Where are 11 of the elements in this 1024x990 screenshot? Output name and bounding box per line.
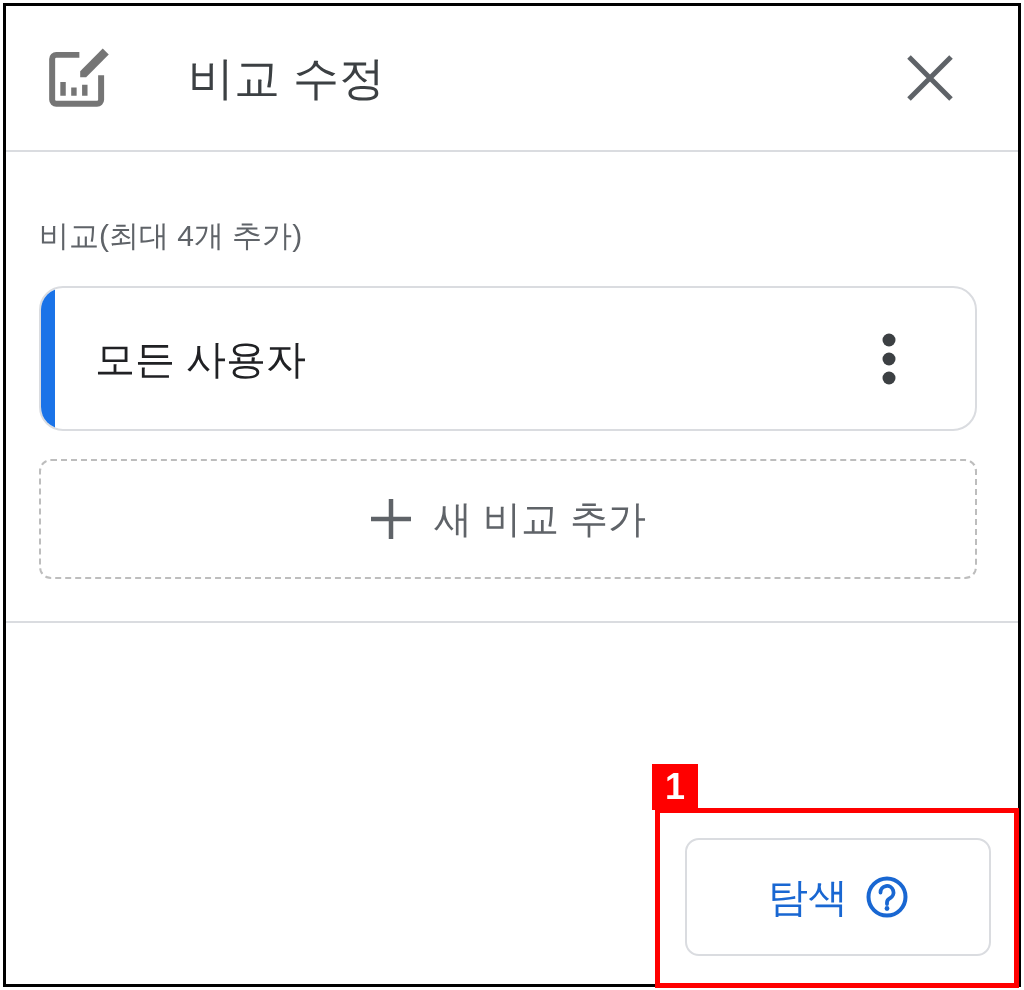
help-icon xyxy=(866,876,908,918)
comparison-card[interactable]: 모든 사용자 xyxy=(39,286,977,431)
section-label: 비교(최대 4개 추가) xyxy=(39,218,304,254)
explore-button[interactable]: 탐색 xyxy=(685,838,991,956)
close-icon xyxy=(906,54,954,102)
dialog-title: 비교 수정 xyxy=(188,55,385,101)
more-icon xyxy=(882,332,896,385)
annotation-label: 1 xyxy=(652,764,698,810)
comparison-name: 모든 사용자 xyxy=(95,338,307,379)
add-comparison-button[interactable]: 새 비교 추가 xyxy=(39,459,977,579)
plus-icon xyxy=(370,498,413,540)
